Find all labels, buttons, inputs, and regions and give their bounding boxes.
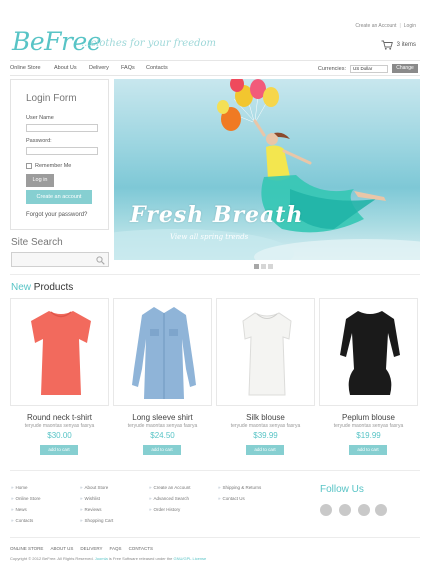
- footer-link-news[interactable]: » News: [11, 507, 27, 512]
- blouse-image: [242, 312, 292, 396]
- create-account-button[interactable]: Create an account: [26, 190, 92, 204]
- top-links: Create an Account | Login: [355, 23, 416, 29]
- site-tagline: ...clothes for your freedom: [81, 38, 217, 49]
- peplum-image: [340, 311, 400, 395]
- product-image-round-neck[interactable]: [10, 298, 109, 406]
- product-name[interactable]: Round neck t-shirt: [10, 413, 109, 422]
- new-products-title-accent: New: [11, 282, 32, 293]
- login-form: Login Form User Name Password: Remember …: [10, 79, 109, 230]
- divider: [10, 537, 420, 538]
- facebook-icon[interactable]: [320, 504, 332, 516]
- follow-us-title: Follow Us: [320, 484, 364, 495]
- copyright: Copyright © 2012 BeFree. All Rights Rese…: [10, 556, 207, 561]
- slider-pager: [254, 264, 273, 269]
- product-price: $30.00: [47, 431, 72, 440]
- footer-link-about-store[interactable]: » About Store: [80, 485, 108, 490]
- footer-link-reviews[interactable]: » Reviews: [80, 507, 102, 512]
- separator: |: [399, 23, 401, 29]
- add-to-cart-button[interactable]: add to cart: [143, 445, 181, 455]
- nav-item-about-us[interactable]: About Us: [54, 65, 77, 71]
- product-desc: teryude maontas senyas fasrya: [333, 423, 404, 429]
- product-image-peplum-blouse[interactable]: [319, 298, 418, 406]
- currency-switcher: Currencies: US Dollar Change: [318, 64, 418, 73]
- remember-me[interactable]: Remember Me: [26, 163, 71, 169]
- shirt-image: [132, 307, 196, 399]
- twitter-icon[interactable]: [339, 504, 351, 516]
- footer-link-create-account[interactable]: » Create an Account: [149, 485, 191, 490]
- divider: [10, 274, 420, 275]
- login-form-title: Login Form: [26, 93, 77, 104]
- google-icon[interactable]: [358, 504, 370, 516]
- slider-subtitle[interactable]: View all spring trends: [170, 233, 248, 241]
- slider-page-dot[interactable]: [261, 264, 266, 269]
- footer-nav-faqs[interactable]: FAQS: [110, 546, 122, 551]
- username-label: User Name: [26, 115, 54, 121]
- nav-item-contacts[interactable]: Contacts: [146, 65, 168, 71]
- new-products-title: New Products: [11, 282, 73, 293]
- product-price: $24.50: [150, 431, 175, 440]
- cart-widget[interactable]: 3 items: [381, 40, 416, 50]
- slider-page-dot[interactable]: [254, 264, 259, 269]
- footer-link-shopping-cart[interactable]: » Shopping Cart: [80, 518, 113, 523]
- create-account-link[interactable]: Create an Account: [355, 23, 396, 29]
- product-name[interactable]: Long sleeve shirt: [113, 413, 212, 422]
- product-image-long-sleeve[interactable]: [113, 298, 212, 406]
- footer-link-contact-us[interactable]: » Contact Us: [218, 496, 245, 501]
- footer-link-advanced-search[interactable]: » Advanced Search: [149, 496, 189, 501]
- tshirt-image: [31, 311, 91, 395]
- footer-link-shipping-returns[interactable]: » Shipping & Returns: [218, 485, 261, 490]
- product-price: $19.99: [356, 431, 381, 440]
- main-nav: Online Store About Us Delivery FAQs Cont…: [10, 60, 420, 76]
- footer-nav: ONLINE STORE ABOUT US DELIVERY FAQS CONT…: [10, 546, 153, 551]
- product-desc: teryude maontas senyas fasrya: [230, 423, 301, 429]
- nav-item-delivery[interactable]: Delivery: [89, 65, 109, 71]
- username-input[interactable]: [26, 124, 98, 132]
- password-label: Password:: [26, 138, 52, 144]
- footer-nav-delivery[interactable]: DELIVERY: [80, 546, 102, 551]
- slider-title: Fresh Breath: [130, 202, 304, 228]
- login-button[interactable]: Log in: [26, 174, 54, 187]
- product-desc: teryude maontas senyas fasrya: [127, 423, 198, 429]
- footer-link-online-store[interactable]: » Online Store: [11, 496, 41, 501]
- footer-link-home[interactable]: » Home: [11, 485, 28, 490]
- currency-select[interactable]: US Dollar: [350, 64, 388, 73]
- cart-count: 3 items: [396, 42, 416, 48]
- new-products-title-rest: Products: [31, 282, 74, 293]
- password-input[interactable]: [26, 147, 98, 155]
- remember-checkbox[interactable]: [26, 163, 32, 169]
- remember-label: Remember Me: [35, 163, 72, 169]
- search-input[interactable]: [11, 252, 109, 267]
- cart-icon: [381, 40, 393, 50]
- divider: [10, 470, 420, 471]
- footer-nav-about-us[interactable]: ABOUT US: [50, 546, 73, 551]
- change-currency-button[interactable]: Change: [392, 64, 418, 73]
- product-desc: teryude maontas senyas fasrya: [24, 423, 95, 429]
- site-search-title: Site Search: [11, 237, 63, 248]
- nav-item-online-store[interactable]: Online Store: [10, 65, 41, 71]
- license-link[interactable]: GNU/GPL License: [174, 556, 207, 561]
- nav-item-faqs[interactable]: FAQs: [121, 65, 135, 71]
- footer-link-wishlist[interactable]: » Wishlist: [80, 496, 100, 501]
- footer-link-contacts[interactable]: » Contacts: [11, 518, 33, 523]
- login-link[interactable]: Login: [404, 23, 416, 29]
- hero-image: [114, 79, 420, 260]
- add-to-cart-button[interactable]: add to cart: [246, 445, 284, 455]
- joomla-link[interactable]: Joomla: [95, 556, 108, 561]
- footer-link-order-history[interactable]: » Order History: [149, 507, 180, 512]
- add-to-cart-button[interactable]: add to cart: [349, 445, 387, 455]
- add-to-cart-button[interactable]: add to cart: [40, 445, 78, 455]
- slider-page-dot[interactable]: [268, 264, 273, 269]
- share-icon[interactable]: [375, 504, 387, 516]
- product-name[interactable]: Silk blouse: [216, 413, 315, 422]
- search-icon[interactable]: [96, 256, 105, 265]
- product-price: $39.99: [253, 431, 278, 440]
- currencies-label: Currencies:: [317, 65, 346, 72]
- footer-nav-contacts[interactable]: CONTACTS: [129, 546, 153, 551]
- hero-slider[interactable]: Fresh Breath View all spring trends: [114, 79, 420, 260]
- product-image-silk-blouse[interactable]: [216, 298, 315, 406]
- footer-nav-online-store[interactable]: ONLINE STORE: [10, 546, 43, 551]
- product-name[interactable]: Peplum blouse: [319, 413, 418, 422]
- forgot-password-link[interactable]: Forgot your password?: [26, 212, 87, 218]
